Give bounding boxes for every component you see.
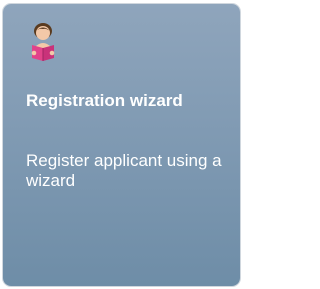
- registration-wizard-tile[interactable]: Registration wizard Register applicant u…: [3, 4, 240, 286]
- person-reading-book-icon: [27, 20, 67, 62]
- tile-title: Registration wizard: [26, 91, 183, 110]
- tile-description: Register applicant using a wizard: [26, 151, 222, 190]
